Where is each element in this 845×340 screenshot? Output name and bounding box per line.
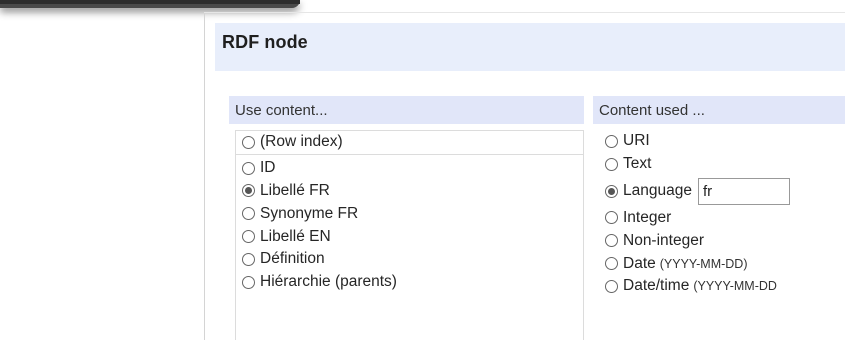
use-content-option-row-index[interactable]: (Row index) [236, 131, 583, 155]
radio-icon[interactable] [605, 134, 618, 148]
content-used-header: Content used ... [593, 96, 845, 124]
option-label: Integer [623, 208, 672, 226]
datetime-format-hint: (YYYY-MM-DD [693, 279, 777, 294]
option-label: Language [623, 182, 692, 200]
radio-icon[interactable] [242, 135, 255, 149]
option-label: ID [260, 159, 276, 177]
content-used-list[interactable]: URI Text Language Integer Non-integer Da… [599, 130, 845, 340]
content-used-option-text[interactable]: Text [599, 153, 845, 176]
page-title: RDF node [222, 32, 308, 52]
content-used-option-integer[interactable]: Integer [599, 207, 845, 230]
option-label: Définition [260, 250, 325, 268]
content-used-option-date[interactable]: Date (YYYY-MM-DD) [599, 252, 845, 275]
radio-icon[interactable] [242, 207, 255, 221]
top-divider [204, 12, 845, 13]
option-label: Hiérarchie (parents) [260, 273, 397, 291]
language-input[interactable] [697, 177, 790, 205]
date-format-hint: (YYYY-MM-DD) [659, 256, 748, 271]
use-content-option-definition[interactable]: Définition [236, 248, 583, 271]
option-label: Libellé FR [260, 181, 330, 199]
radio-checked-icon[interactable] [242, 184, 255, 198]
window-toolbar-edge [0, 0, 300, 8]
radio-checked-icon[interactable] [605, 184, 618, 198]
use-content-option-synonyme-fr[interactable]: Synonyme FR [236, 202, 583, 225]
option-label: Non-integer [623, 231, 704, 249]
use-content-option-libelle-fr[interactable]: Libellé FR [236, 180, 583, 203]
use-content-list[interactable]: (Row index) ID Libellé FR Synonyme FR Li… [235, 130, 584, 340]
content-used-option-language[interactable]: Language [599, 176, 845, 207]
use-content-header: Use content... [229, 96, 584, 124]
option-label: Text [623, 155, 652, 173]
radio-icon[interactable] [605, 234, 618, 248]
content-used-option-non-integer[interactable]: Non-integer [599, 229, 845, 252]
option-label: Date/time [623, 277, 690, 295]
use-content-option-id[interactable]: ID [236, 157, 583, 180]
option-label: (Row index) [260, 133, 343, 151]
content-used-panel: Content used ... URI Text Language Integ… [593, 96, 845, 340]
radio-icon[interactable] [605, 279, 618, 293]
option-label: Synonyme FR [260, 204, 359, 222]
use-content-panel: Use content... (Row index) ID Libellé FR… [229, 96, 584, 340]
use-content-option-libelle-en[interactable]: Libellé EN [236, 225, 583, 248]
content-used-option-datetime[interactable]: Date/time (YYYY-MM-DD [599, 275, 845, 298]
radio-icon[interactable] [242, 161, 255, 175]
content-used-option-uri[interactable]: URI [599, 130, 845, 153]
radio-icon[interactable] [242, 252, 255, 266]
option-label: Date [623, 254, 656, 272]
radio-icon[interactable] [242, 230, 255, 244]
radio-icon[interactable] [605, 211, 618, 225]
radio-icon[interactable] [605, 157, 618, 171]
radio-icon[interactable] [242, 275, 255, 289]
left-divider [204, 12, 205, 340]
use-content-option-hierarchie[interactable]: Hiérarchie (parents) [236, 271, 583, 294]
option-label: URI [623, 132, 650, 150]
rdf-node-header: RDF node [215, 23, 845, 71]
radio-icon[interactable] [605, 257, 618, 271]
option-label: Libellé EN [260, 227, 331, 245]
